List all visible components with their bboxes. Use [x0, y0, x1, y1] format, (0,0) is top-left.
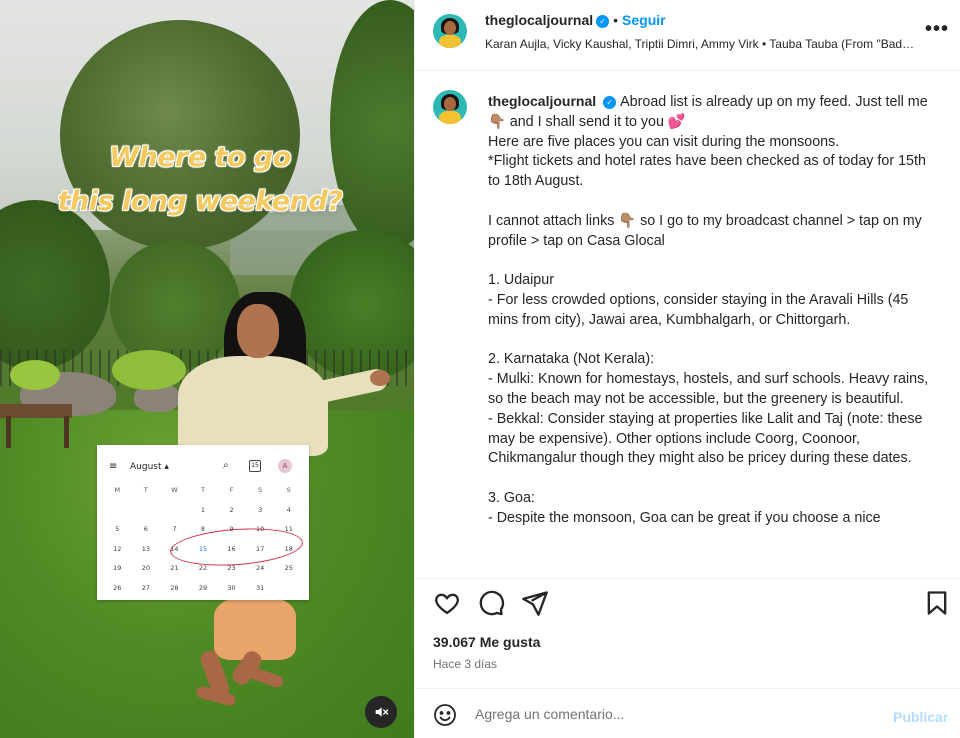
comment-input[interactable] — [475, 702, 875, 726]
calendar-day: 30 — [227, 583, 236, 592]
audio-link[interactable]: Karan Aujla, Vicky Kaushal, Triptii Dimr… — [485, 37, 915, 51]
calendar-day: 4 — [286, 505, 291, 514]
media-bench-leg — [6, 416, 11, 448]
comment-bar: Publicar — [415, 688, 960, 738]
caption-username[interactable]: theglocaljournal — [488, 93, 596, 109]
person-hand — [370, 370, 390, 386]
calendar-day: 29 — [198, 583, 208, 592]
avatar[interactable] — [433, 90, 467, 124]
calendar-weekday: M — [114, 486, 121, 494]
calendar-avatar: A — [278, 459, 292, 473]
publish-button[interactable]: Publicar — [893, 709, 948, 725]
calendar-weekday: F — [229, 486, 234, 494]
calendar-day — [103, 501, 132, 521]
calendar-day: 1 — [200, 505, 206, 514]
calendar-screenshot: ≡ August ▴ ⌕ 15 A M T W T F S S 1 2 3 4 5 6 7 8 9 10 11 12… — [97, 445, 309, 600]
heart-icon[interactable] — [433, 589, 461, 617]
post-header: theglocaljournal ✓ • Seguir Karan Aujla, Vi… — [415, 0, 960, 71]
calendar-weekday: S — [286, 486, 291, 494]
calendar-header: ≡ August ▴ ⌕ 15 A — [97, 459, 309, 477]
media-bush — [10, 360, 60, 390]
post-actions: 39.067 Me gusta Hace 3 días — [415, 578, 960, 688]
post-panel: theglocaljournal ✓ • Seguir Karan Aujla, Vi… — [414, 0, 960, 738]
calendar-day: 7 — [172, 525, 177, 533]
caption-area[interactable]: theglocaljournal ✓ Abroad list is already … — [415, 72, 960, 578]
avatar[interactable] — [433, 14, 467, 48]
calendar-day: 12 — [113, 544, 122, 553]
calendar-month: August ▴ — [130, 462, 169, 472]
calendar-day — [132, 501, 161, 521]
calendar-weekday: S — [258, 486, 263, 494]
post-media[interactable]: Where to go this long weekend? ≡ August … — [0, 0, 414, 738]
calendar-day: 3 — [258, 505, 263, 514]
person-face — [237, 304, 279, 358]
calendar-day: 2 — [229, 505, 234, 514]
share-icon[interactable] — [521, 589, 549, 617]
calendar-day: 28 — [170, 583, 179, 592]
calendar-day — [274, 579, 303, 599]
comment-icon[interactable] — [477, 589, 505, 617]
calendar-day: 26 — [113, 583, 122, 592]
calendar-day — [160, 501, 189, 521]
post-timestamp[interactable]: Hace 3 días — [433, 657, 497, 671]
calendar-day: 27 — [141, 583, 150, 592]
separator: • — [613, 12, 619, 28]
hamburger-menu-icon: ≡ — [109, 461, 118, 472]
overlay-title: Where to go this long weekend? — [57, 142, 343, 217]
calendar-weekday: T — [201, 486, 205, 494]
calendar-day: 31 — [255, 583, 265, 592]
caption: theglocaljournal ✓ Abroad list is already … — [488, 92, 938, 529]
follow-button[interactable]: Seguir — [622, 12, 666, 28]
calendar-day: 25 — [284, 564, 293, 572]
bookmark-icon[interactable] — [923, 589, 951, 617]
more-options-button[interactable]: ••• — [925, 18, 949, 41]
person-top — [178, 356, 328, 456]
calendar-day: 21 — [170, 564, 179, 572]
caption-text: Abroad list is already up on my feed. Ju… — [488, 94, 929, 526]
calendar-day: 6 — [143, 525, 148, 533]
media-bush — [112, 350, 186, 390]
verified-badge-icon: ✓ — [596, 15, 610, 28]
header-user: theglocaljournal ✓ • Seguir — [485, 12, 666, 28]
search-icon: ⌕ — [223, 460, 229, 471]
calendar-today-icon: 15 — [249, 460, 261, 472]
calendar-day: 20 — [141, 564, 150, 572]
verified-badge-icon: ✓ — [603, 96, 617, 109]
mute-button[interactable] — [365, 696, 397, 728]
calendar-weekday: T — [143, 486, 148, 494]
calendar-day: 13 — [141, 544, 150, 553]
speaker-muted-icon — [375, 707, 389, 717]
calendar-day: 5 — [115, 525, 120, 533]
username-link[interactable]: theglocaljournal — [485, 12, 593, 28]
likes-count[interactable]: 39.067 Me gusta — [433, 634, 540, 650]
calendar-day: 19 — [113, 564, 122, 572]
calendar-weekday: W — [171, 486, 178, 494]
emoji-icon[interactable] — [433, 703, 457, 727]
media-bench-leg — [64, 416, 69, 448]
